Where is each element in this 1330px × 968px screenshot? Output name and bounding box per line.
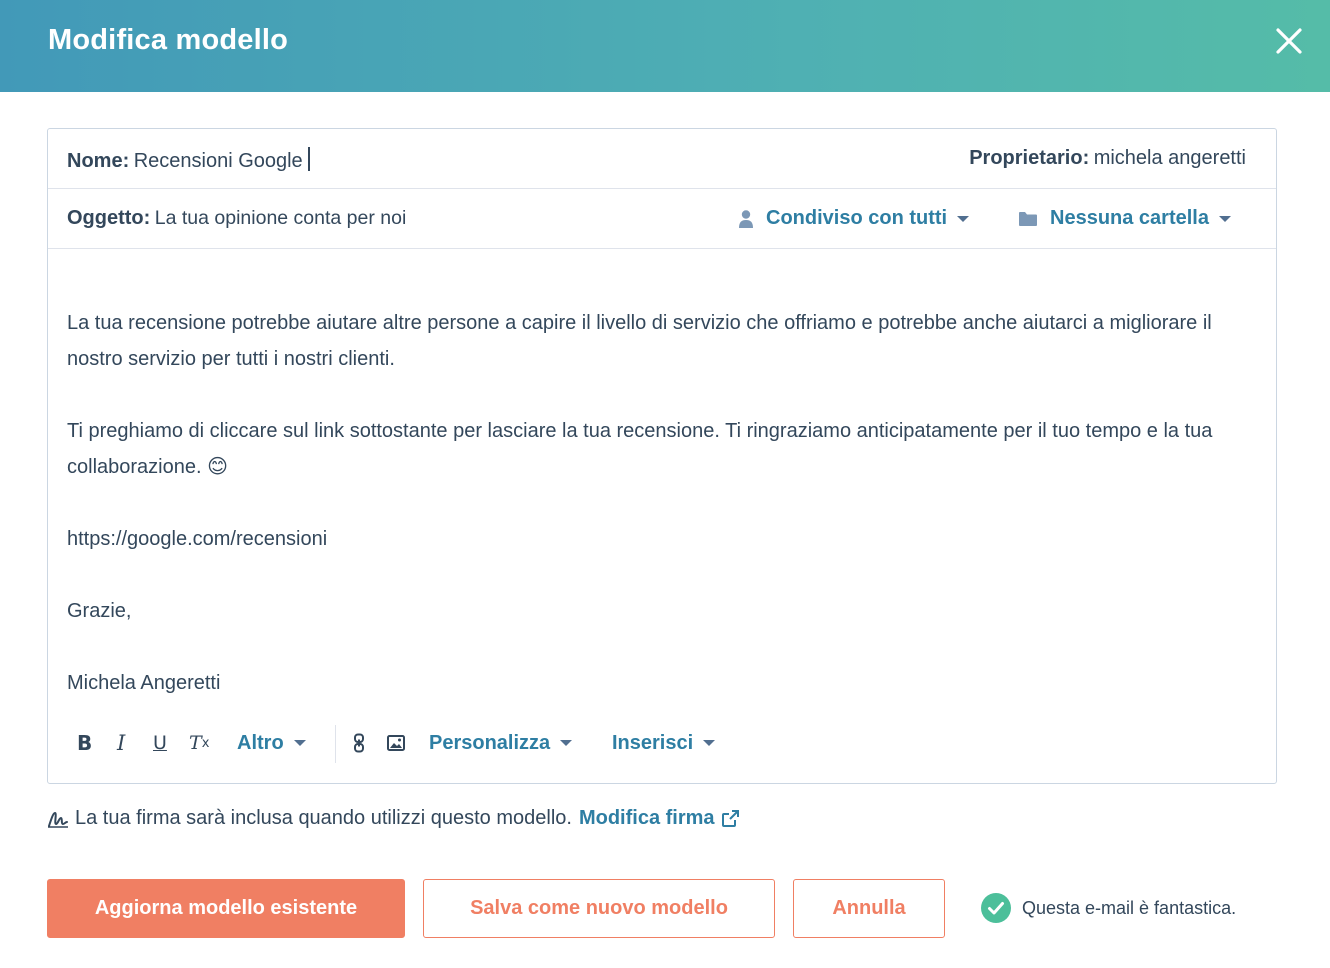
body-link: https://google.com/recensioni [67,528,328,550]
update-template-button[interactable]: Aggiorna modello esistente [47,879,405,938]
underline-button[interactable]: U [153,723,167,763]
chevron-down-icon [703,740,716,746]
close-icon [1276,28,1302,54]
clear-format-button[interactable]: Tx [189,723,209,763]
signature-note: La tua firma sarà inclusa quando utilizz… [47,807,740,830]
chevron-down-icon [560,740,573,746]
name-row: Nome: Recensioni Google Proprietario: mi… [48,129,1276,189]
personalize-label: Personalizza [429,731,551,754]
owner-field: Proprietario: michela angeretti [969,147,1246,170]
more-dropdown[interactable]: Altro [237,723,306,763]
signature-note-text: La tua firma sarà inclusa quando utilizz… [75,807,572,829]
quality-message: Questa e-mail è fantastica. [1022,897,1237,918]
subject-input[interactable]: La tua opinione conta per noi [155,207,407,229]
clear-format-sub: x [201,735,210,751]
formatting-toolbar: B I U Tx Altro Personalizza Inserisci [67,723,1257,763]
modal-title: Modifica modello [48,24,289,56]
sharing-dropdown[interactable]: Condiviso con tutti [738,207,970,230]
name-label: Nome: [67,150,130,172]
body-paragraph: La tua recensione potrebbe aiutare altre… [67,312,1212,370]
cancel-button[interactable]: Annulla [793,879,945,938]
more-label: Altro [237,731,284,754]
check-circle-icon [981,893,1011,923]
personalize-dropdown[interactable]: Personalizza [429,723,573,763]
user-icon [738,209,754,229]
folder-dropdown[interactable]: Nessuna cartella [1018,207,1231,230]
name-field[interactable]: Nome: Recensioni Google [67,147,310,173]
sharing-label: Condiviso con tutti [766,207,948,229]
subject-row: Oggetto: La tua opinione conta per noi C… [48,189,1276,249]
owner-value: michela angeretti [1093,147,1246,169]
bold-button[interactable]: B [77,723,92,763]
body-signature-name: Michela Angeretti [67,672,221,694]
edit-signature-link[interactable]: Modifica firma [579,807,740,830]
chevron-down-icon [1218,215,1231,222]
italic-button[interactable]: I [117,723,125,763]
link-icon [354,733,364,753]
toolbar-divider [335,725,336,763]
clear-format-icon: T [189,732,202,754]
name-input[interactable]: Recensioni Google [134,150,303,172]
chevron-down-icon [293,740,306,746]
close-button[interactable] [1270,22,1308,60]
external-link-icon [721,809,740,828]
insert-label: Inserisci [612,731,694,754]
save-new-template-button[interactable]: Salva come nuovo modello [423,879,775,938]
text-caret [307,147,310,171]
subject-label: Oggetto: [67,207,151,229]
edit-signature-label: Modifica firma [578,807,715,829]
modal-header: Modifica modello [0,0,1330,92]
subject-field[interactable]: Oggetto: La tua opinione conta per noi [67,207,406,230]
folder-label: Nessuna cartella [1050,207,1209,229]
email-body[interactable]: La tua recensione potrebbe aiutare altre… [67,305,1257,737]
body-closing: Grazie, [67,600,132,622]
email-quality-status: Questa e-mail è fantastica. [981,892,1236,924]
chevron-down-icon [957,215,970,222]
image-button[interactable] [387,723,405,763]
owner-label: Proprietario: [969,147,1090,169]
template-editor: Nome: Recensioni Google Proprietario: mi… [47,128,1277,784]
signature-icon [47,810,69,828]
folder-icon [1018,211,1038,227]
body-paragraph: Ti preghiamo di cliccare sul link sottos… [67,420,1213,478]
insert-dropdown[interactable]: Inserisci [612,723,716,763]
image-icon [387,735,405,751]
link-button[interactable] [353,723,365,763]
